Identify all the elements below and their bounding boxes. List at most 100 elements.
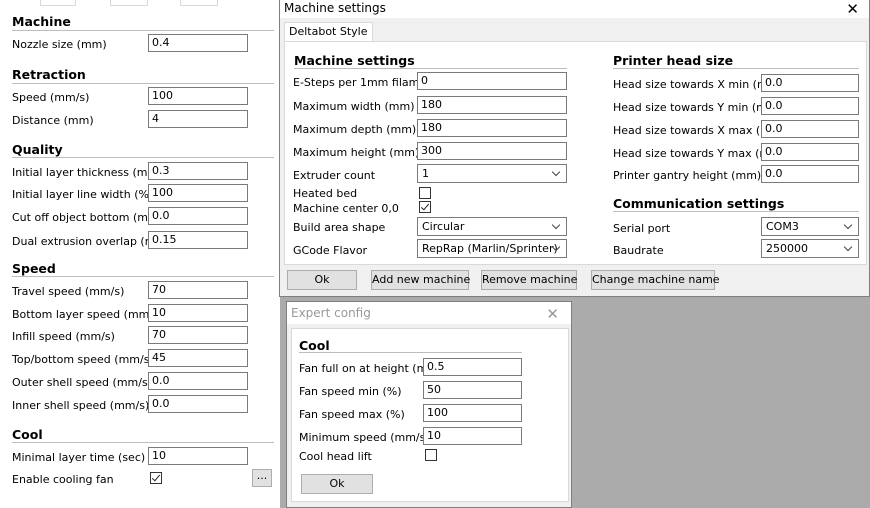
gcode-flavor-label: GCode Flavor: [293, 244, 368, 257]
machine-settings-titlebar: Machine settings ✕: [280, 0, 869, 18]
section-retraction-heading: Retraction: [12, 67, 86, 82]
expert-ok-button[interactable]: Ok: [301, 474, 373, 494]
tab-edge[interactable]: [180, 0, 218, 6]
section-speed-heading: Speed: [12, 261, 56, 276]
expert-config-window: Expert config ✕ Cool Fan full on at heig…: [286, 301, 572, 508]
bottom-layer-speed-input[interactable]: 10: [148, 304, 248, 322]
divider: [613, 211, 859, 212]
maximum-width-input[interactable]: 180: [417, 96, 567, 114]
nozzle-size-input[interactable]: 0.4: [148, 34, 248, 52]
add-new-machine-button[interactable]: Add new machine: [371, 270, 470, 290]
enable-cooling-fan-label: Enable cooling fan: [12, 473, 114, 486]
fan-full-on-height-label: Fan full on at height (mm): [299, 362, 443, 375]
baudrate-label: Baudrate: [613, 244, 664, 257]
outer-shell-speed-input[interactable]: 0.0: [148, 372, 248, 390]
window-title: Machine settings: [284, 1, 386, 15]
divider: [12, 30, 274, 31]
remove-machine-button[interactable]: Remove machine: [481, 270, 577, 290]
cool-head-lift-checkbox[interactable]: [425, 449, 437, 461]
tab-edge[interactable]: [40, 0, 76, 6]
maximum-height-input[interactable]: 300: [417, 142, 567, 160]
head-y-max-label: Head size towards Y max (mm): [613, 147, 786, 160]
minimum-speed-input[interactable]: 10: [423, 427, 522, 445]
machine-settings-window: Machine settings ✕ Deltabot Style Machin…: [279, 0, 870, 297]
cool-heading: Cool: [299, 338, 330, 353]
inner-shell-speed-input[interactable]: 0.0: [148, 395, 248, 413]
section-machine-heading: Machine: [12, 14, 71, 29]
head-x-max-label: Head size towards X max (mm): [613, 124, 786, 137]
close-icon[interactable]: ✕: [846, 0, 859, 18]
cut-off-object-bottom-label: Cut off object bottom (mm): [12, 211, 163, 224]
retraction-distance-input[interactable]: 4: [148, 110, 248, 128]
expert-config-titlebar: Expert config ✕: [287, 302, 571, 324]
change-machine-name-button[interactable]: Change machine name: [591, 270, 720, 290]
extruder-count-select[interactable]: 1: [417, 164, 567, 183]
outer-shell-speed-label: Outer shell speed (mm/s): [12, 376, 152, 389]
cool-head-lift-label: Cool head lift: [299, 450, 372, 463]
head-y-max-input[interactable]: 0.0: [761, 143, 859, 161]
head-y-min-label: Head size towards Y min (mm): [613, 101, 782, 114]
divider: [12, 157, 274, 158]
tab-deltabot-style[interactable]: Deltabot Style: [284, 22, 373, 41]
travel-speed-input[interactable]: 70: [148, 281, 248, 299]
maximum-depth-input[interactable]: 180: [417, 119, 567, 137]
tab-strip: [0, 0, 280, 6]
machine-center-checkbox[interactable]: [419, 201, 431, 213]
build-area-shape-select[interactable]: Circular: [417, 217, 567, 236]
retraction-speed-label: Speed (mm/s): [12, 91, 90, 104]
maximum-height-label: Maximum height (mm): [293, 146, 420, 159]
top-bottom-speed-label: Top/bottom speed (mm/s): [12, 353, 154, 366]
gcode-flavor-select[interactable]: RepRap (Marlin/Sprinter): [417, 239, 567, 258]
initial-layer-line-width-input[interactable]: 100: [148, 184, 248, 202]
head-x-min-input[interactable]: 0.0: [761, 74, 859, 92]
divider: [299, 352, 522, 353]
divider: [12, 276, 274, 277]
gantry-height-input[interactable]: 0.0: [761, 165, 859, 183]
heated-bed-checkbox[interactable]: [419, 187, 431, 199]
section-cool-heading: Cool: [12, 427, 43, 442]
e-steps-input[interactable]: 0: [417, 72, 567, 90]
head-x-min-label: Head size towards X min (mm): [613, 78, 783, 91]
build-area-shape-label: Build area shape: [293, 221, 386, 234]
fan-full-on-height-input[interactable]: 0.5: [423, 358, 522, 376]
initial-layer-thickness-label: Initial layer thickness (mm): [12, 166, 163, 179]
fan-speed-max-input[interactable]: 100: [423, 404, 522, 422]
head-y-min-input[interactable]: 0.0: [761, 97, 859, 115]
enable-cooling-fan-checkbox[interactable]: [150, 472, 162, 484]
dual-extrusion-overlap-input[interactable]: 0.15: [148, 231, 248, 249]
e-steps-label: E-Steps per 1mm filament: [293, 76, 438, 89]
travel-speed-label: Travel speed (mm/s): [12, 285, 125, 298]
inner-shell-speed-label: Inner shell speed (mm/s): [12, 399, 150, 412]
infill-speed-input[interactable]: 70: [148, 326, 248, 344]
close-icon[interactable]: ✕: [546, 305, 559, 323]
initial-layer-thickness-input[interactable]: 0.3: [148, 162, 248, 180]
communication-settings-heading: Communication settings: [613, 196, 785, 211]
fan-speed-min-input[interactable]: 50: [423, 381, 522, 399]
left-settings-panel: Machine Nozzle size (mm) 0.4 Retraction …: [0, 0, 280, 508]
ok-button[interactable]: Ok: [287, 270, 357, 290]
serial-port-select[interactable]: COM3: [761, 217, 859, 236]
minimal-layer-time-label: Minimal layer time (sec): [12, 451, 146, 464]
divider: [294, 68, 567, 69]
serial-port-label: Serial port: [613, 222, 671, 235]
heated-bed-label: Heated bed: [293, 187, 358, 200]
fan-speed-max-label: Fan speed max (%): [299, 408, 405, 421]
minimal-layer-time-input[interactable]: 10: [148, 447, 248, 465]
initial-layer-line-width-label: Initial layer line width (%): [12, 188, 154, 201]
top-bottom-speed-input[interactable]: 45: [148, 349, 248, 367]
divider: [12, 442, 274, 443]
baudrate-select[interactable]: 250000: [761, 239, 859, 258]
divider: [12, 83, 274, 84]
retraction-speed-input[interactable]: 100: [148, 87, 248, 105]
cooling-fan-more-button[interactable]: ...: [252, 469, 272, 487]
tab-edge[interactable]: [110, 0, 148, 6]
head-x-max-input[interactable]: 0.0: [761, 120, 859, 138]
nozzle-size-label: Nozzle size (mm): [12, 38, 107, 51]
maximum-width-label: Maximum width (mm): [293, 100, 415, 113]
machine-center-label: Machine center 0,0: [293, 202, 399, 215]
retraction-distance-label: Distance (mm): [12, 114, 94, 127]
gantry-height-label: Printer gantry height (mm): [613, 169, 762, 182]
extruder-count-label: Extruder count: [293, 169, 376, 182]
cut-off-object-bottom-input[interactable]: 0.0: [148, 207, 248, 225]
divider: [613, 68, 859, 69]
